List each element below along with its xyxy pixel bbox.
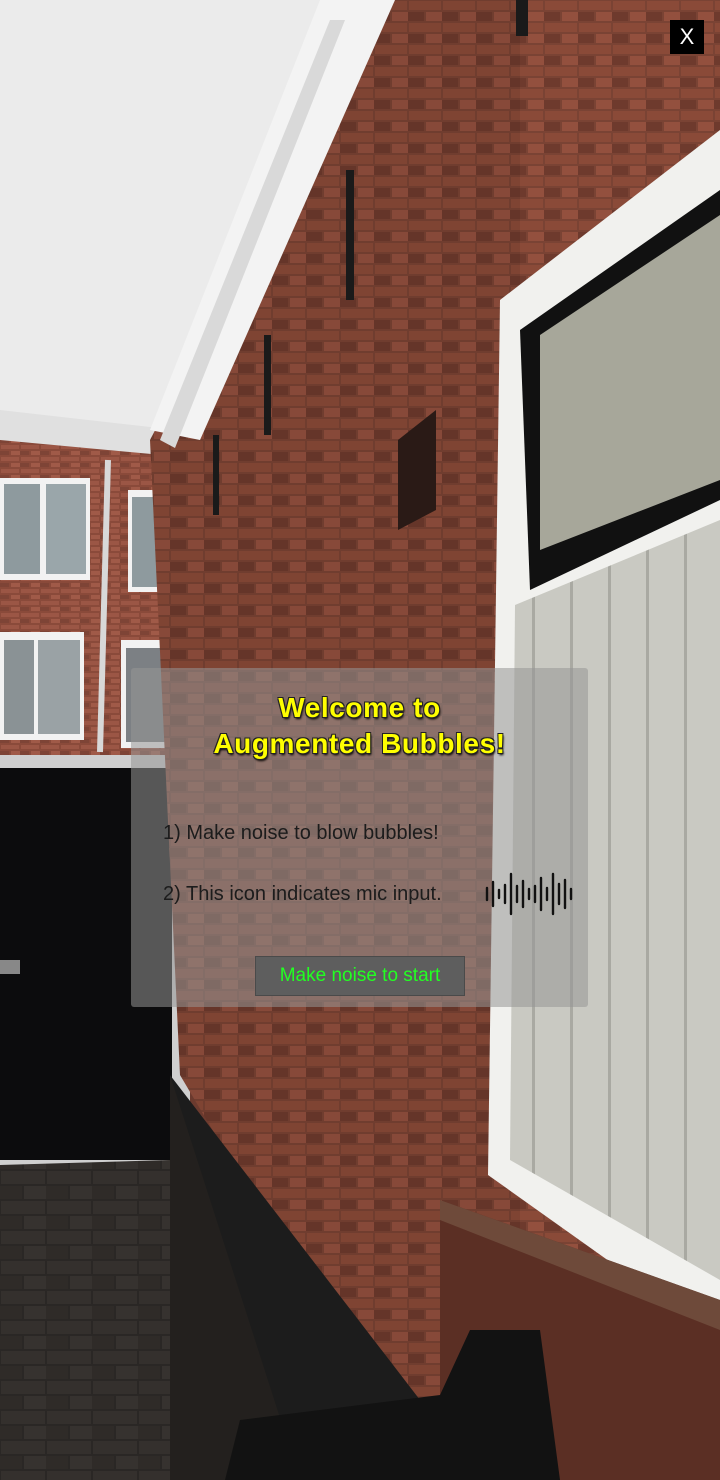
sound-wave-icon <box>484 872 578 916</box>
instruction-step-1: 1) Make noise to blow bubbles! <box>163 822 439 844</box>
welcome-title: Welcome to Augmented Bubbles! <box>131 690 588 762</box>
start-button[interactable]: Make noise to start <box>255 956 465 996</box>
welcome-panel: Welcome to Augmented Bubbles! 1) Make no… <box>131 668 588 1007</box>
close-button[interactable]: X <box>670 20 704 54</box>
welcome-title-line2: Augmented Bubbles! <box>213 728 506 759</box>
instruction-step-2: 2) This icon indicates mic input. <box>163 883 442 905</box>
welcome-title-line1: Welcome to <box>278 692 441 723</box>
